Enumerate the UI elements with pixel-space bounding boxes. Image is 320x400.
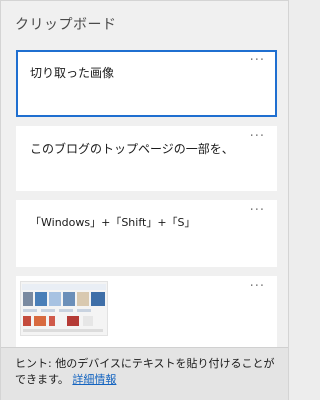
hint-footer: ヒント: 他のデバイスにテキストを貼り付けることができます。 詳細情報: [1, 347, 288, 400]
clipboard-item-text: 「Windows」+「Shift」+「S」: [30, 216, 196, 229]
panel-title: クリップボード: [15, 17, 117, 33]
clipboard-panel: クリップボード 切り取った画像 ··· このブログのトップページの一部を、 ··…: [0, 0, 289, 400]
more-options-icon[interactable]: ···: [250, 130, 265, 144]
learn-more-link[interactable]: 詳細情報: [72, 373, 116, 386]
hint-text: ヒント: 他のデバイスにテキストを貼り付けることができます。: [15, 357, 275, 386]
clipboard-item-text: このブログのトップページの一部を、: [30, 142, 234, 156]
clipboard-item[interactable]: 切り取った画像 ···: [16, 50, 277, 117]
clipboard-list: 切り取った画像 ··· このブログのトップページの一部を、 ··· 「Windo…: [1, 37, 290, 347]
screenshot-thumbnail-icon: [20, 281, 108, 336]
clipboard-item[interactable]: 「Windows」+「Shift」+「S」 ···: [16, 200, 277, 267]
more-options-icon[interactable]: ···: [250, 54, 265, 68]
thumbnail-image: [21, 282, 107, 335]
clipboard-image-item[interactable]: ···: [16, 276, 277, 347]
more-options-icon[interactable]: ···: [250, 280, 265, 294]
clipboard-item[interactable]: このブログのトップページの一部を、 ···: [16, 126, 277, 191]
clipboard-item-text: 切り取った画像: [30, 66, 115, 80]
more-options-icon[interactable]: ···: [250, 204, 265, 218]
hint-text-block: ヒント: 他のデバイスにテキストを貼り付けることができます。 詳細情報: [15, 356, 283, 388]
